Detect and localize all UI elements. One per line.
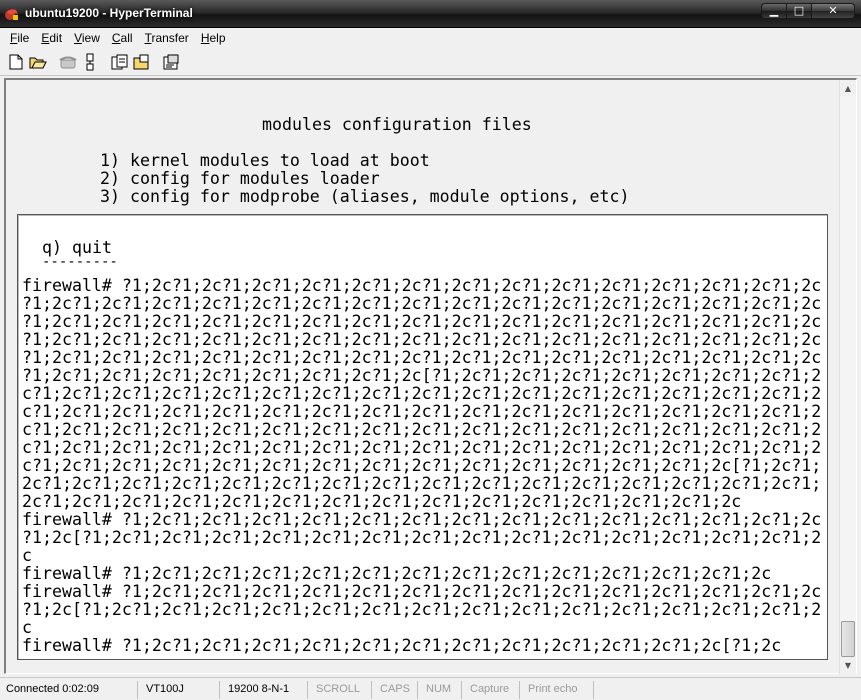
terminal-line: firewall# ?1;2c?1;2c?1;2c?1;2c?1;2c?1;2c… xyxy=(22,636,782,655)
terminal-line: firewall# ?1;2c?1;2c?1;2c?1;2c?1;2c?1;2c… xyxy=(22,582,822,601)
menu-option-1: 1) kernel modules to load at boot xyxy=(100,151,430,170)
connect-button[interactable] xyxy=(57,51,79,73)
terminal-line: firewall# ?1;2c?1;2c?1;2c?1;2c?1;2c?1;2c… xyxy=(22,277,822,295)
status-num: NUM xyxy=(420,681,462,699)
terminal-line: ?1;2c[?1;2c?1;2c?1;2c?1;2c?1;2c?1;2c?1;2… xyxy=(22,600,822,619)
window-title: ubuntu19200 - HyperTerminal xyxy=(25,6,193,20)
hyperterminal-window: ubuntu19200 - HyperTerminal ▁ □ ✕ File E… xyxy=(0,0,861,700)
menu-bar: File Edit View Call Transfer Help xyxy=(0,28,861,48)
terminal-line: c?1;2c?1;2c?1;2c?1;2c?1;2c?1;2c?1;2c?1;2… xyxy=(22,456,822,475)
terminal-line: c?1;2c?1;2c?1;2c?1;2c?1;2c?1;2c?1;2c?1;2… xyxy=(22,420,822,439)
menu-option-2: 2) config for modules loader xyxy=(100,169,380,188)
menu-help[interactable]: Help xyxy=(195,31,232,45)
minimize-button[interactable]: ▁ xyxy=(761,3,787,19)
menu-heading: modules configuration files xyxy=(262,115,532,134)
properties-icon xyxy=(163,54,179,69)
terminal-line: c?1;2c?1;2c?1;2c?1;2c?1;2c?1;2c?1;2c?1;2… xyxy=(22,402,822,421)
terminal-line: firewall# ?1;2c?1;2c?1;2c?1;2c?1;2c?1;2c… xyxy=(22,564,772,583)
receive-icon xyxy=(133,54,149,69)
menu-transfer[interactable]: Transfer xyxy=(139,31,195,45)
disconnect-button[interactable] xyxy=(79,51,101,73)
terminal-line: c?1;2c?1;2c?1;2c?1;2c?1;2c?1;2c?1;2c?1;2… xyxy=(22,384,822,403)
status-capture: Capture xyxy=(464,681,520,699)
terminal-line: firewall# ?1;2c?1;2c?1;2c?1;2c?1;2c?1;2c… xyxy=(22,510,822,529)
toolbar xyxy=(0,48,861,76)
vertical-scrollbar[interactable]: ▲ ▼ xyxy=(839,80,856,674)
maximize-button[interactable]: □ xyxy=(786,3,812,19)
menu-file[interactable]: File xyxy=(4,31,35,45)
open-folder-icon xyxy=(29,57,47,68)
status-caps: CAPS xyxy=(374,681,418,699)
menu-option-3: 3) config for modprobe (aliases, module … xyxy=(100,187,630,206)
terminal-line: ?1;2c?1;2c?1;2c?1;2c?1;2c?1;2c?1;2c?1;2c… xyxy=(22,366,822,385)
open-button[interactable] xyxy=(27,51,49,73)
terminal-line: ?1;2c?1;2c?1;2c?1;2c?1;2c?1;2c?1;2c?1;2c… xyxy=(22,348,822,367)
terminal-frame[interactable]: modules configuration files 1) kernel mo… xyxy=(4,78,857,674)
terminal-line: ?1;2c?1;2c?1;2c?1;2c?1;2c?1;2c?1;2c?1;2c… xyxy=(22,294,822,313)
scrollbar-thumb[interactable] xyxy=(841,621,855,657)
terminal-line: ?1;2c?1;2c?1;2c?1;2c?1;2c?1;2c?1;2c?1;2c… xyxy=(22,312,822,331)
menu-call[interactable]: Call xyxy=(106,31,139,45)
menu-underline: --------- xyxy=(42,254,118,270)
receive-button[interactable] xyxy=(131,51,153,73)
status-bar: Connected 0:02:09 VT100J 19200 8-N-1 SCR… xyxy=(0,677,861,700)
status-port-settings: 19200 8-N-1 xyxy=(222,681,308,699)
new-connection-button[interactable] xyxy=(5,51,27,73)
terminal-line: c xyxy=(22,546,32,565)
properties-button[interactable] xyxy=(161,51,183,73)
close-button[interactable]: ✕ xyxy=(811,3,855,19)
terminal-line: c?1;2c?1;2c?1;2c?1;2c?1;2c?1;2c?1;2c?1;2… xyxy=(22,438,822,457)
terminal-upper-area: modules configuration files 1) kernel mo… xyxy=(6,80,842,213)
hyperterminal-app-icon[interactable] xyxy=(4,6,20,22)
send-button[interactable] xyxy=(109,51,131,73)
send-icon xyxy=(111,54,128,69)
terminal-line: 2c?1;2c?1;2c?1;2c?1;2c?1;2c?1;2c?1;2c?1;… xyxy=(22,492,742,511)
terminal-line: 2c?1;2c?1;2c?1;2c?1;2c?1;2c?1;2c?1;2c?1;… xyxy=(22,474,822,493)
terminal-line: c xyxy=(22,618,32,637)
scroll-up-arrow-icon[interactable]: ▲ xyxy=(840,80,856,96)
status-connected: Connected 0:02:09 xyxy=(0,681,138,699)
scroll-down-arrow-icon[interactable]: ▼ xyxy=(840,657,856,673)
disconnect-icon xyxy=(86,53,94,70)
new-document-icon xyxy=(9,54,23,69)
title-bar[interactable]: ubuntu19200 - HyperTerminal ▁ □ ✕ xyxy=(0,0,861,28)
window-controls: ▁ □ ✕ xyxy=(761,3,855,20)
menu-edit[interactable]: Edit xyxy=(35,31,68,45)
terminal-output[interactable]: firewall# ?1;2c?1;2c?1;2c?1;2c?1;2c?1;2c… xyxy=(22,277,840,665)
phone-icon xyxy=(59,56,77,68)
menu-view[interactable]: View xyxy=(68,31,106,45)
status-print-echo: Print echo xyxy=(522,681,594,699)
terminal-line: ?1;2c[?1;2c?1;2c?1;2c?1;2c?1;2c?1;2c?1;2… xyxy=(22,528,822,547)
status-emulation: VT100J xyxy=(140,681,220,699)
terminal-line: ?1;2c?1;2c?1;2c?1;2c?1;2c?1;2c?1;2c?1;2c… xyxy=(22,330,822,349)
status-scroll: SCROLL xyxy=(310,681,372,699)
